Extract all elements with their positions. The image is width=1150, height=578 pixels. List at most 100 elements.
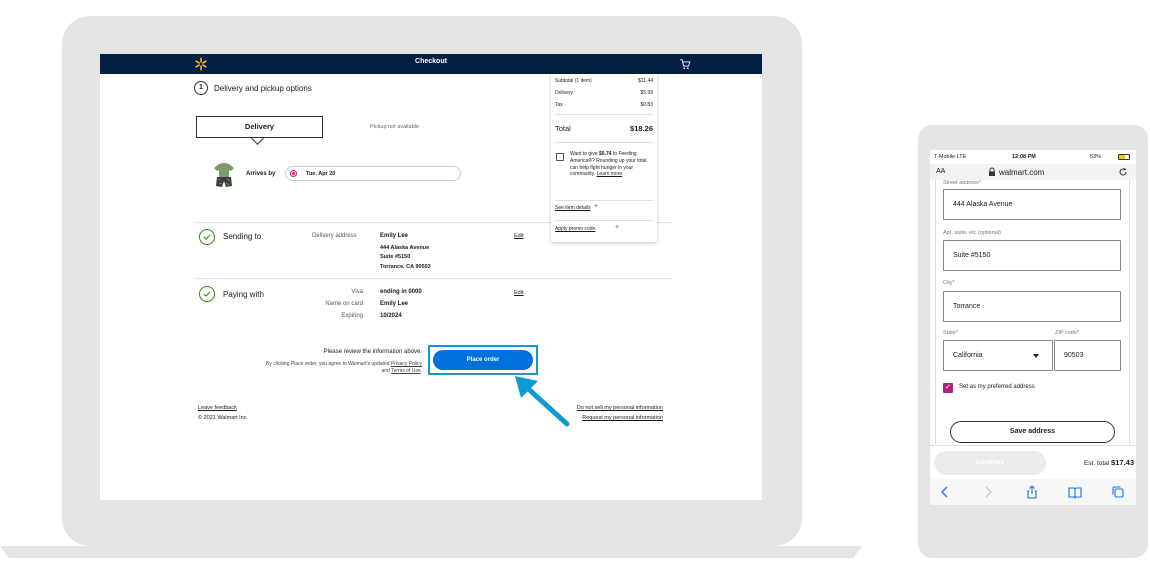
page-title: Checkout [415, 58, 447, 65]
delivery-fee-label: Delivery [555, 90, 574, 96]
expand-plus-icon[interactable]: + [594, 203, 598, 210]
name-on-card-value: Emily Lee [380, 301, 409, 307]
donation-checkbox[interactable] [556, 153, 564, 161]
zip-code-input[interactable]: 90503 [1054, 340, 1121, 371]
review-prompt: Please review the information above. [323, 349, 422, 355]
mobile-address-screen: T-Mobile LTE 12:08 PM 53% AA walmart.com… [930, 150, 1136, 505]
expiring-value: 10/2024 [380, 313, 402, 319]
est-total-label: Est. total [1083, 460, 1110, 467]
order-summary-panel: Subtotal (1 item) $11.44 Delivery $5.99 … [551, 74, 657, 242]
expand-plus-icon[interactable]: + [615, 224, 619, 231]
battery-level [1119, 155, 1125, 159]
card-number-value: ending in 0000 [380, 289, 422, 295]
arrives-by-label: Arrives by [246, 171, 276, 177]
estimated-total: Est. total $17.43 [1052, 458, 1134, 467]
sending-to-title: Sending to [223, 232, 262, 241]
summary-divider [555, 220, 653, 221]
back-icon[interactable] [938, 485, 952, 499]
address-line-2: Suite #5150 [380, 254, 411, 260]
product-image [214, 163, 234, 187]
card-type-label: Visa [351, 289, 363, 295]
form-border [935, 180, 936, 444]
agreement-prefix: By clicking Place order, you agree to Wa… [265, 361, 390, 367]
city-label: City* [943, 280, 955, 286]
continue-button[interactable]: Continue [934, 451, 1046, 475]
carrier-text: T-Mobile LTE [934, 154, 967, 160]
delivery-option-tab[interactable]: Delivery [196, 116, 323, 138]
donation-amount: $0.74 [599, 151, 612, 157]
agreement-and: and [381, 368, 390, 374]
header-bar: Checkout [100, 54, 762, 74]
reload-icon[interactable] [1118, 167, 1128, 177]
subtotal-value: $11.44 [638, 78, 653, 84]
edit-address-link[interactable]: Edit [514, 233, 523, 239]
section-divider [194, 278, 672, 279]
city-input[interactable]: Torrance [943, 291, 1121, 322]
terms-of-use-link[interactable]: Terms of Use [391, 368, 420, 374]
summary-divider [555, 200, 653, 201]
status-time: 12:08 PM [1012, 154, 1036, 160]
save-address-button[interactable]: Save address [950, 421, 1115, 443]
cart-icon[interactable] [678, 57, 692, 71]
tabs-icon[interactable] [1111, 485, 1125, 499]
bookmarks-icon[interactable] [1068, 485, 1082, 499]
chevron-down-icon [1033, 354, 1039, 358]
agreement-text: By clicking Place order, you agree to Wa… [265, 361, 422, 374]
est-total-value: $17.43 [1111, 458, 1134, 467]
address-line-3: Torrance, CA 90503 [380, 264, 431, 270]
pickup-unavailable-note: Pickup not available [370, 124, 419, 130]
state-label: State* [943, 330, 958, 336]
preferred-address-label: Set as my preferred address [959, 384, 1035, 390]
text-size-button[interactable]: AA [936, 168, 945, 175]
apply-promo-link[interactable]: Apply promo code [555, 226, 595, 232]
copyright-text: © 2021 Walmart Inc. [198, 415, 249, 421]
summary-divider [555, 114, 653, 115]
subtotal-label: Subtotal (1 item) [555, 78, 592, 84]
lock-icon [989, 167, 995, 176]
forward-icon[interactable] [981, 485, 995, 499]
learn-more-link[interactable]: Learn more [597, 171, 623, 177]
total-value: $18.26 [630, 124, 653, 133]
edit-payment-link[interactable]: Edit [514, 290, 523, 296]
delivery-fee-value: $5.99 [640, 90, 653, 96]
street-address-label: Street address* [943, 180, 981, 186]
apt-suite-label: Apt, suite, etc (optional) [943, 230, 1001, 236]
laptop-base [0, 546, 862, 558]
tax-value: $0.83 [640, 102, 653, 108]
place-order-button[interactable]: Place order [433, 350, 533, 370]
check-circle-icon [199, 286, 215, 302]
name-on-card-label: Name on card [325, 301, 363, 307]
summary-total-row: Total $18.26 [555, 124, 653, 133]
radio-selected-dot [292, 172, 295, 175]
url-text[interactable]: walmart.com [999, 168, 1044, 177]
form-border [1129, 180, 1130, 444]
expiring-label: Expiring [341, 313, 363, 319]
address-line-1: 444 Alaska Avenue [380, 245, 430, 251]
apt-suite-input[interactable]: Suite #5150 [943, 240, 1121, 271]
delivery-address-label: Delivery address [312, 233, 357, 239]
recipient-name: Emily Lee [380, 233, 409, 239]
check-circle-icon [199, 229, 215, 245]
privacy-policy-link[interactable]: Privacy Policy [391, 361, 422, 367]
status-bar: T-Mobile LTE 12:08 PM 53% [930, 150, 1136, 164]
total-label: Total [555, 124, 571, 133]
do-not-sell-link[interactable]: Do not sell my personal information [520, 405, 663, 411]
see-item-details-link[interactable]: See item details [555, 205, 591, 211]
checkmark-icon: ✓ [945, 384, 951, 391]
summary-tax-row: Tax $0.83 [555, 102, 653, 108]
donation-text: Want to give $0.74 to Feeding America®? … [570, 151, 652, 178]
leave-feedback-link[interactable]: Leave feedback [198, 405, 237, 411]
step-number: 1 [194, 81, 208, 95]
battery-percent: 53% [1090, 154, 1102, 160]
summary-divider [555, 142, 653, 143]
request-info-link[interactable]: Request my personal information [520, 415, 663, 421]
tax-label: Tax [555, 102, 563, 108]
donation-prefix: Want to give [570, 151, 598, 157]
zip-code-label: ZIP code* [1055, 330, 1080, 336]
summary-subtotal-row: Subtotal (1 item) $11.44 [555, 78, 653, 84]
share-icon[interactable] [1025, 485, 1039, 499]
desktop-checkout-screen: Checkout 1 Delivery and pickup options D… [100, 54, 762, 500]
street-address-input[interactable]: 444 Alaska Avenue [943, 189, 1121, 220]
arrow-pointer-icon [515, 376, 570, 427]
paying-with-title: Paying with [223, 290, 264, 299]
